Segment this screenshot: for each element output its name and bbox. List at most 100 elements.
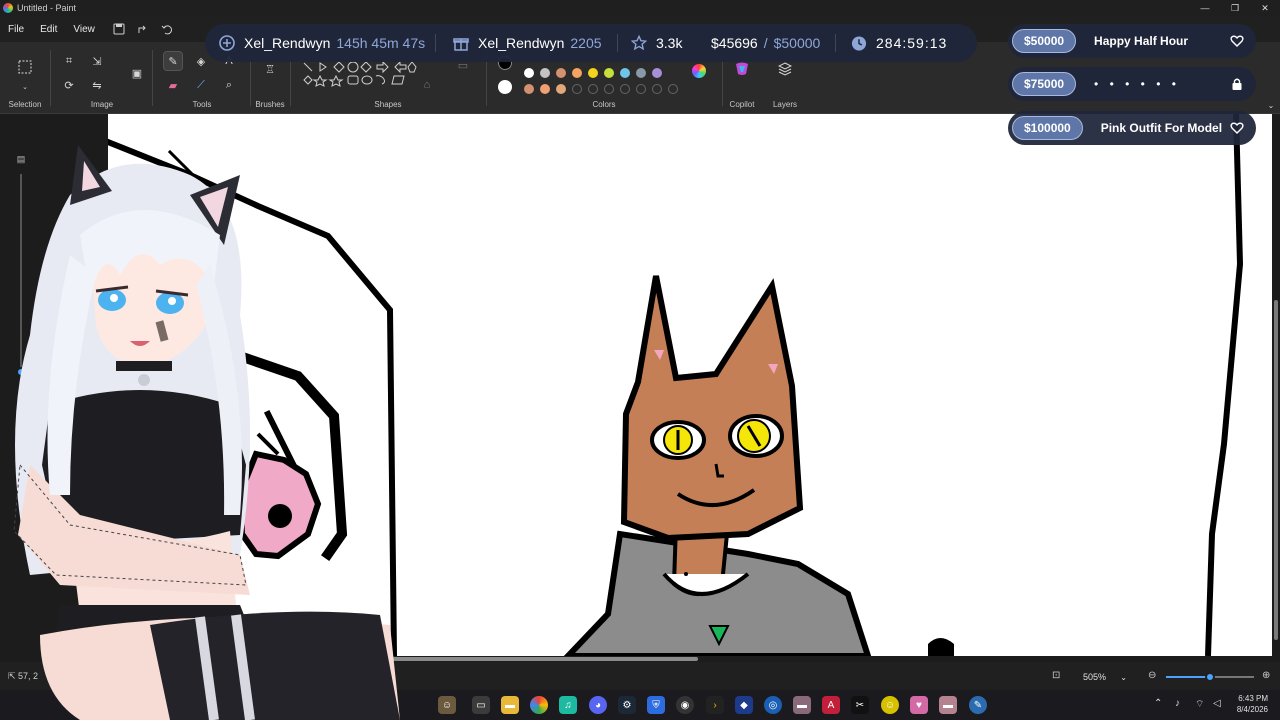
brush-icon[interactable]: ♖ bbox=[261, 60, 279, 78]
color-swatch[interactable] bbox=[524, 84, 534, 94]
color-swatch[interactable] bbox=[636, 68, 646, 78]
money-goal: $50000 bbox=[773, 35, 821, 51]
chrome-icon[interactable] bbox=[530, 696, 548, 714]
volume-icon[interactable]: ◁ bbox=[1213, 698, 1221, 709]
empty-color-swatch[interactable] bbox=[636, 84, 646, 94]
shapes-gallery-icon[interactable] bbox=[302, 60, 422, 100]
select-rectangle-icon[interactable] bbox=[16, 58, 34, 76]
color-swatch[interactable] bbox=[604, 68, 614, 78]
browser-icon[interactable]: ◎ bbox=[764, 696, 782, 714]
divider bbox=[152, 50, 153, 106]
zoom-out-icon[interactable]: ⊖ bbox=[1148, 670, 1156, 681]
steam-icon[interactable]: ⚙ bbox=[618, 696, 636, 714]
shield-icon[interactable]: ⛨ bbox=[647, 696, 665, 714]
menu-edit[interactable]: Edit bbox=[32, 24, 65, 35]
goal-amount-badge: $75000 bbox=[1012, 72, 1077, 96]
copilot-label: Copilot bbox=[729, 100, 755, 109]
color-swatch[interactable] bbox=[556, 68, 566, 78]
flip-icon[interactable]: ⇋ bbox=[88, 76, 106, 94]
heart-app-icon[interactable]: ♥ bbox=[910, 696, 928, 714]
capcut-icon[interactable]: ✂ bbox=[851, 696, 869, 714]
image-group: ⌗ ⇲ ⟳ ⇋ ▣ Image bbox=[52, 46, 152, 112]
app-icon[interactable]: ▬ bbox=[793, 696, 811, 714]
resize-icon[interactable]: ⇲ bbox=[88, 52, 106, 70]
color-picker-icon[interactable]: ⟋ bbox=[192, 76, 210, 94]
color-swatch[interactable] bbox=[540, 84, 550, 94]
undo-icon[interactable] bbox=[159, 21, 175, 37]
file-explorer-icon[interactable]: ▬ bbox=[501, 696, 519, 714]
paint-taskbar-icon[interactable]: ✎ bbox=[969, 696, 987, 714]
close-button[interactable]: ✕ bbox=[1250, 0, 1280, 16]
follower-time: 145h 45m 47s bbox=[336, 35, 426, 51]
rotate-icon[interactable]: ⟳ bbox=[60, 76, 78, 94]
clock-time: 6:43 PM bbox=[1238, 694, 1268, 703]
horizontal-scrollbar-thumb[interactable] bbox=[392, 657, 698, 661]
vertical-scrollbar[interactable] bbox=[1272, 114, 1280, 656]
window-controls: — ❐ ✕ bbox=[1190, 0, 1280, 16]
heart-icon bbox=[1230, 35, 1244, 47]
color-swatch[interactable] bbox=[540, 68, 550, 78]
chevron-down-icon[interactable]: ⌄ bbox=[16, 78, 34, 96]
vertical-scrollbar-thumb[interactable] bbox=[1274, 300, 1278, 640]
taskbar-app-icon[interactable]: ☺ bbox=[438, 696, 456, 714]
goal-amount-badge: $100000 bbox=[1012, 116, 1083, 140]
app-icon[interactable]: ▬ bbox=[939, 696, 957, 714]
money-raised: $45696 bbox=[711, 35, 758, 51]
divider bbox=[617, 34, 618, 52]
taskbar-clock[interactable]: 6:43 PM 8/4/2026 bbox=[1237, 693, 1268, 715]
color-swatch[interactable] bbox=[572, 68, 582, 78]
edit-colors-icon[interactable] bbox=[692, 64, 706, 78]
secondary-color-swatch[interactable] bbox=[498, 80, 512, 94]
network-icon[interactable]: ⌔ bbox=[1195, 698, 1204, 711]
vs-icon[interactable]: ◆ bbox=[735, 696, 753, 714]
minimize-button[interactable]: — bbox=[1190, 0, 1220, 16]
pencil-icon[interactable]: ✎ bbox=[163, 51, 183, 71]
share-icon[interactable] bbox=[135, 21, 151, 37]
color-swatch[interactable] bbox=[620, 68, 630, 78]
audio-app-icon[interactable]: ♫ bbox=[559, 696, 577, 714]
image-label: Image bbox=[90, 100, 114, 109]
fit-to-window-icon[interactable]: ⊡ bbox=[1052, 670, 1060, 681]
acrobat-icon[interactable]: A bbox=[822, 696, 840, 714]
maximize-button[interactable]: ❐ bbox=[1220, 0, 1250, 16]
copilot-icon[interactable] bbox=[733, 60, 751, 78]
fill-icon[interactable]: ◈ bbox=[192, 52, 210, 70]
discord-icon[interactable]: ◕ bbox=[589, 696, 607, 714]
zoom-in-icon[interactable]: ⊕ bbox=[1262, 670, 1270, 681]
zoom-slider-knob[interactable] bbox=[1205, 672, 1215, 682]
gift-icon bbox=[453, 35, 469, 51]
save-icon[interactable] bbox=[111, 21, 127, 37]
empty-color-swatch[interactable] bbox=[652, 84, 662, 94]
terminal-icon[interactable]: › bbox=[706, 696, 724, 714]
colors-label: Colors bbox=[592, 100, 616, 109]
task-view-icon[interactable]: ▭ bbox=[472, 696, 490, 714]
empty-color-swatch[interactable] bbox=[620, 84, 630, 94]
layers-label: Layers bbox=[772, 100, 797, 109]
eraser-icon[interactable]: ▰ bbox=[164, 76, 182, 94]
layers-icon[interactable] bbox=[776, 60, 794, 78]
color-swatch[interactable] bbox=[588, 68, 598, 78]
image-select-icon[interactable]: ▣ bbox=[128, 64, 146, 82]
microphone-icon[interactable]: ♪ bbox=[1175, 698, 1180, 709]
magnifier-icon[interactable]: ⌕ bbox=[220, 76, 238, 94]
color-swatch[interactable] bbox=[556, 84, 566, 94]
empty-color-swatch[interactable] bbox=[668, 84, 678, 94]
obs-icon[interactable]: ◉ bbox=[676, 696, 694, 714]
tray-overflow-icon[interactable]: ⌃ bbox=[1154, 698, 1162, 709]
menu-file[interactable]: File bbox=[0, 24, 32, 35]
color-swatch[interactable] bbox=[524, 68, 534, 78]
clock-date: 8/4/2026 bbox=[1236, 705, 1268, 714]
shape-outline-icon[interactable]: ⌂ bbox=[418, 76, 436, 94]
menu-view[interactable]: View bbox=[65, 24, 103, 35]
empty-color-swatch[interactable] bbox=[572, 84, 582, 94]
ribbon-collapse-icon[interactable]: ⌄ bbox=[1262, 96, 1280, 114]
zoom-slider[interactable] bbox=[1166, 672, 1254, 682]
chevron-down-icon: ⌄ bbox=[1120, 672, 1127, 682]
plus-circle-icon bbox=[219, 35, 235, 51]
emoji-app-icon[interactable]: ☺ bbox=[881, 696, 899, 714]
color-swatch[interactable] bbox=[652, 68, 662, 78]
empty-color-swatch[interactable] bbox=[604, 84, 614, 94]
crop-icon[interactable]: ⌗ bbox=[60, 52, 78, 70]
zoom-select[interactable]: 505% ⌄ bbox=[1075, 669, 1135, 685]
empty-color-swatch[interactable] bbox=[588, 84, 598, 94]
